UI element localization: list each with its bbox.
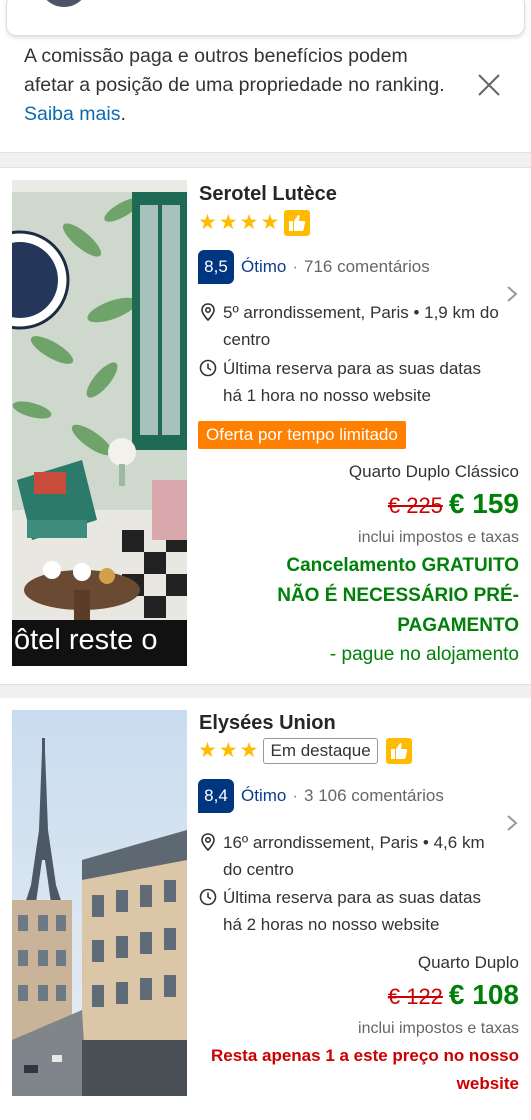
review-count: 716 comentários — [304, 257, 430, 276]
room-type: Quarto Duplo — [417, 953, 519, 972]
star-rating: ★ ★ ★ ★ — [198, 210, 311, 236]
review-score[interactable]: 8,5 Ótimo · 716 comentários — [198, 250, 430, 284]
star-icon: ★ — [239, 739, 259, 762]
taxes-note: inclui impostos e taxas — [358, 529, 519, 546]
hotel-photo[interactable]: ôtel reste o — [12, 180, 187, 666]
clock-icon — [199, 359, 217, 377]
pay-at-hotel: - pague no alojamento — [329, 644, 519, 665]
location-text: 5º arrondissement, Paris • 1,9 km do cen… — [223, 303, 499, 349]
notice-text: A comissão paga e outros benefícios pode… — [24, 45, 445, 96]
last-booking-info: Última reserva para as suas datas há 2 h… — [199, 884, 499, 938]
review-count: 3 106 comentários — [304, 786, 444, 805]
last-booking-info: Última reserva para as suas datas há 1 h… — [199, 355, 499, 409]
chevron-right-icon[interactable] — [505, 813, 519, 833]
separator — [0, 152, 531, 168]
top-card — [6, 0, 525, 36]
score-badge: 8,4 — [198, 779, 234, 813]
limited-offer-badge: Oferta por tempo limitado — [198, 421, 406, 449]
learn-more-link[interactable]: Saiba mais — [24, 103, 120, 125]
featured-badge: Em destaque — [263, 738, 378, 764]
taxes-note: inclui impostos e taxas — [358, 1020, 519, 1037]
hotel-card[interactable]: Elysées Union ★ ★ ★ Em destaque 8,4 Ótim… — [0, 698, 531, 1120]
last-booking-text: Última reserva para as suas datas há 1 h… — [223, 359, 481, 405]
star-icon: ★ — [239, 211, 259, 234]
hotel-name[interactable]: Elysées Union — [199, 712, 336, 735]
photo-caption: ôtel reste o — [14, 624, 158, 656]
price: € 122 € 108 — [388, 979, 519, 1011]
notice-end: . — [120, 103, 126, 125]
location-text: 16º arrondissement, Paris • 4,6 km do ce… — [223, 833, 485, 879]
last-booking-text: Última reserva para as suas datas há 2 h… — [223, 888, 481, 934]
thumbs-up-icon — [385, 738, 412, 764]
star-icon: ★ — [198, 739, 217, 762]
scarcity-message: Resta apenas 1 a este preço no nosso web… — [210, 1046, 519, 1093]
free-cancellation: Cancelamento GRATUITO NÃO É NECESSÁRIO P… — [277, 555, 519, 636]
current-price: € 108 — [448, 979, 519, 1010]
room-type: Quarto Duplo Clássico — [348, 462, 519, 481]
old-price: € 122 — [387, 984, 443, 1009]
avatar — [39, 0, 89, 7]
star-icon: ★ — [218, 739, 238, 762]
separator-dot: · — [292, 257, 299, 276]
chevron-right-icon[interactable] — [505, 284, 519, 304]
clock-icon — [199, 888, 217, 906]
review-score[interactable]: 8,4 Ótimo · 3 106 comentários — [198, 779, 444, 813]
hotel-photo[interactable] — [12, 710, 187, 1096]
current-price: € 159 — [448, 488, 519, 519]
close-icon[interactable] — [476, 72, 502, 98]
location-pin-icon — [201, 303, 215, 321]
star-icon: ★ — [260, 211, 280, 234]
thumbs-up-icon — [284, 210, 311, 236]
star-rating: ★ ★ ★ Em destaque — [198, 738, 412, 764]
separator-dot: · — [292, 786, 299, 805]
hotel-name[interactable]: Serotel Lutèce — [199, 183, 337, 206]
hotel-card[interactable]: ôtel reste o Serotel Lutèce ★ ★ ★ ★ 8,5 … — [0, 168, 531, 684]
location-pin-icon — [201, 833, 215, 851]
score-word: Ótimo — [241, 257, 287, 276]
score-badge: 8,5 — [198, 250, 234, 284]
star-icon: ★ — [198, 211, 217, 234]
location-info: 5º arrondissement, Paris • 1,9 km do cen… — [199, 299, 499, 353]
star-icon: ★ — [218, 211, 238, 234]
location-info: 16º arrondissement, Paris • 4,6 km do ce… — [199, 829, 499, 883]
ranking-notice: A comissão paga e outros benefícios pode… — [24, 42, 454, 129]
score-word: Ótimo — [241, 786, 287, 805]
price: € 225 € 159 — [388, 488, 519, 520]
old-price: € 225 — [387, 493, 443, 518]
